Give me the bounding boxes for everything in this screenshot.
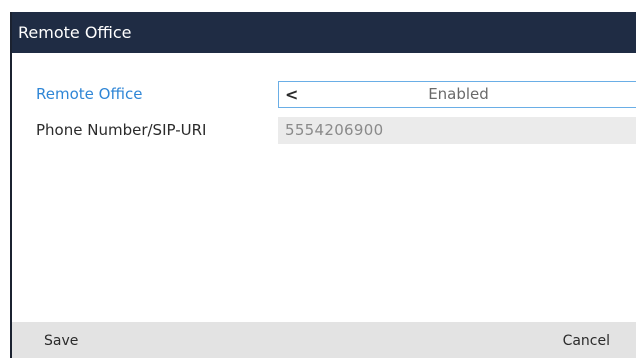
softkey-bar: Save Cancel <box>12 322 636 358</box>
remote-office-label: Remote Office <box>36 85 143 103</box>
remote-office-selector[interactable]: < Enabled <box>278 81 636 108</box>
save-button[interactable]: Save <box>44 322 78 358</box>
phone-screen: Remote Office Remote Office < Enabled Ph… <box>10 12 636 358</box>
phone-number-value: 5554206900 <box>285 121 384 139</box>
remote-office-row[interactable]: Remote Office < Enabled <box>12 80 636 108</box>
phone-number-label: Phone Number/SIP-URI <box>36 121 207 139</box>
remote-office-value: Enabled <box>428 85 489 103</box>
cancel-button[interactable]: Cancel <box>563 322 610 358</box>
phone-number-row: Phone Number/SIP-URI 5554206900 <box>12 116 636 144</box>
page-title: Remote Office <box>12 12 636 53</box>
phone-number-field: 5554206900 <box>278 117 636 144</box>
